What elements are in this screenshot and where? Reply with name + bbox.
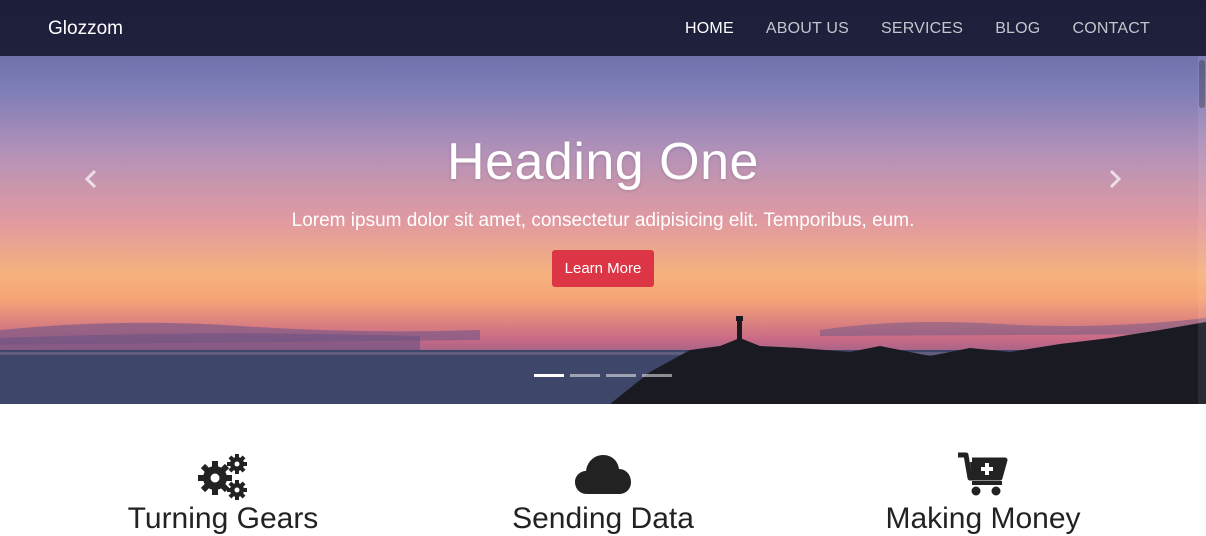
hero-text: Lorem ipsum dolor sit amet, consectetur … bbox=[291, 210, 915, 231]
nav-item-about-us[interactable]: ABOUT US bbox=[766, 20, 849, 38]
feature-title: Sending Data bbox=[512, 502, 694, 535]
hero-carousel: Heading One Lorem ipsum dolor sit amet, … bbox=[0, 0, 1206, 404]
feature-title: Turning Gears bbox=[127, 502, 319, 535]
nav-item-home[interactable]: HOME bbox=[685, 20, 734, 38]
cart-plus-icon bbox=[958, 452, 1008, 496]
features-section: Turning Gears Sending Data Making Money bbox=[0, 404, 1206, 535]
nav-item-contact[interactable]: CONTACT bbox=[1072, 20, 1150, 38]
carousel-caption: Heading One Lorem ipsum dolor sit amet, … bbox=[0, 132, 1206, 287]
navbar: Glozzom HOME ABOUT US SERVICES BLOG CONT… bbox=[0, 0, 1206, 56]
cloud-icon bbox=[575, 455, 631, 494]
carousel-indicator[interactable] bbox=[534, 374, 564, 377]
scrollbar-thumb[interactable] bbox=[1199, 60, 1205, 108]
gears-icon bbox=[198, 454, 247, 500]
hero-heading: Heading One bbox=[447, 133, 759, 191]
carousel-indicator[interactable] bbox=[570, 374, 600, 377]
feature-title: Making Money bbox=[885, 502, 1081, 535]
carousel-indicator[interactable] bbox=[642, 374, 672, 377]
learn-more-button[interactable]: Learn More bbox=[551, 250, 655, 287]
carousel-indicators bbox=[534, 374, 672, 377]
nav-menu: HOME ABOUT US SERVICES BLOG CONTACT bbox=[685, 20, 1150, 38]
brand-logo[interactable]: Glozzom bbox=[48, 18, 123, 40]
nav-item-services[interactable]: SERVICES bbox=[881, 20, 963, 38]
nav-item-blog[interactable]: BLOG bbox=[995, 20, 1040, 38]
carousel-indicator[interactable] bbox=[606, 374, 636, 377]
